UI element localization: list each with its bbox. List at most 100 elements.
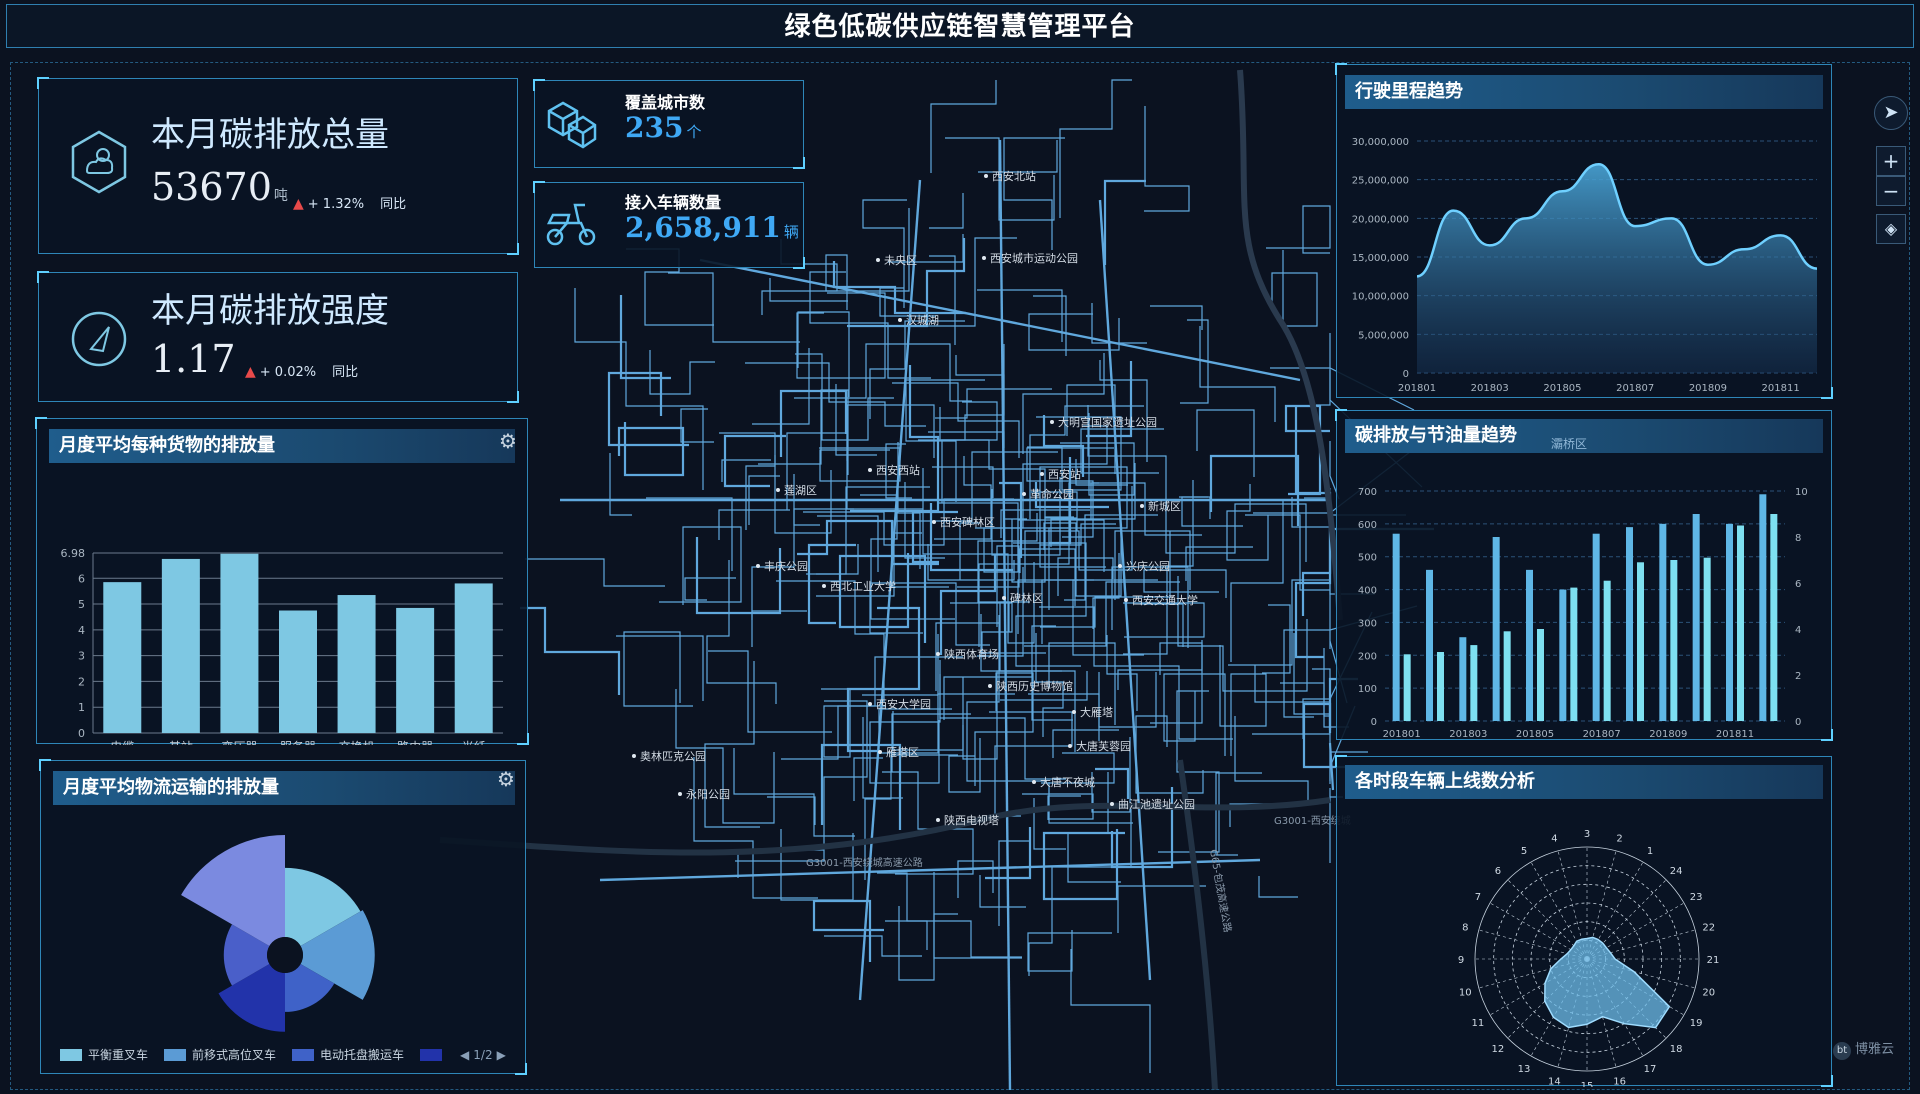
compass-icon[interactable]: ➤	[1874, 96, 1908, 130]
mileage-panel-title: 行驶里程趋势	[1345, 75, 1823, 109]
bar-emission	[1659, 523, 1667, 721]
kpi-total-unit: 吨	[273, 188, 288, 204]
zoom-out-button[interactable]: −	[1876, 176, 1906, 206]
legend-item[interactable]: 前移式高位叉车	[164, 1046, 276, 1063]
kpi-total-delta: ▲ + 1.32% 同比	[293, 193, 406, 212]
map-poi-dot	[1124, 598, 1128, 602]
x-tick-label: 201801	[1398, 383, 1436, 394]
y-tick-label: 5,000,000	[1358, 330, 1409, 341]
bar-fuel-saving	[1637, 562, 1644, 721]
hour-label: 18	[1670, 1044, 1683, 1055]
legend-prev-icon[interactable]: ◀	[460, 1048, 469, 1062]
bar	[337, 595, 376, 733]
emission-panel: 碳排放与节油量趋势 灞桥区 0 100 200 300 400 500 600 700 0 2 4 6…	[1335, 409, 1833, 741]
y-tick-label: 0	[1371, 717, 1377, 728]
map-poi-dot	[1118, 564, 1122, 568]
gear-icon[interactable]: ⚙	[499, 429, 517, 453]
hour-label: 11	[1472, 1018, 1485, 1029]
map-poi-dot	[1002, 596, 1006, 600]
x-tick-label: 变压器	[221, 739, 257, 745]
hour-label: 8	[1462, 922, 1468, 933]
cities-card: 覆盖城市数 235 个	[533, 79, 805, 169]
vehicles-card: 接入车辆数量 2,658,911 辆	[533, 181, 805, 269]
bar	[103, 582, 142, 733]
bar-emission	[1726, 523, 1733, 721]
map-label: 雁塔区	[886, 746, 919, 759]
legend-next-icon[interactable]: ▶	[497, 1048, 506, 1062]
y-tick-label: 3	[78, 650, 85, 663]
y-tick-label: 25,000,000	[1352, 176, 1409, 187]
map-label: 西安站	[1048, 467, 1081, 481]
map-label: 西安西站	[876, 463, 920, 477]
y2-tick-label: 10	[1795, 487, 1808, 498]
district-tag[interactable]: 灞桥区	[1551, 435, 1587, 452]
y2-tick-label: 0	[1795, 717, 1801, 728]
bar-fuel-saving	[1537, 629, 1544, 721]
bar-fuel-saving	[1703, 557, 1711, 721]
bar-fuel-saving	[1670, 560, 1678, 721]
legend-label: 前移式高位叉车	[192, 1048, 277, 1062]
y-tick-label: 600	[1358, 520, 1377, 531]
goods-panel: 月度平均每种货物的排放量 ⚙ 0 1 2 3 4 5 6 6.98 电缆 基站 变压器 服务器 交换机 路…	[35, 417, 529, 745]
legend-item[interactable]: 平衡重叉车	[60, 1046, 148, 1063]
map-label: 大唐芙蓉园	[1076, 739, 1131, 753]
gear-icon[interactable]: ⚙	[497, 767, 515, 791]
cities-label: 覆盖城市数	[625, 93, 706, 112]
map-label: 莲湖区	[784, 484, 817, 497]
map-label: 未央区	[884, 254, 917, 267]
zoom-in-button[interactable]: +	[1876, 146, 1906, 176]
map-label: 大雁塔	[1080, 705, 1113, 719]
x-tick-label: 201803	[1471, 383, 1509, 394]
hour-label: 13	[1518, 1064, 1531, 1075]
map-label: 西安大学园	[876, 697, 931, 711]
y-tick-label: 0	[1403, 369, 1409, 380]
hour-label: 12	[1492, 1044, 1505, 1055]
bar-fuel-saving	[1403, 654, 1411, 721]
map-poi-dot	[1050, 420, 1054, 424]
brand-name: 博雅云	[1854, 1042, 1894, 1057]
bar-emission	[1759, 494, 1767, 721]
map-poi-dot	[876, 258, 880, 262]
y-tick-label: 1	[78, 701, 85, 714]
hour-label: 4	[1551, 833, 1557, 844]
x-tick-label: 201809	[1689, 383, 1727, 394]
cities-value: 235 个	[625, 111, 701, 144]
kpi-total-number: 53670	[151, 165, 272, 209]
y2-tick-label: 8	[1795, 533, 1801, 544]
bar-emission	[1492, 537, 1500, 721]
legend-item[interactable]: 电动托盘搬运车	[292, 1046, 404, 1063]
y-tick-label: 4	[78, 624, 85, 637]
hour-label: 1	[1647, 846, 1653, 857]
kpi-total-card: 本月碳排放总量 53670 吨 ▲ + 1.32% 同比	[37, 77, 519, 255]
bar	[396, 607, 435, 733]
map-poi-dot	[1032, 780, 1036, 784]
map-poi-dot	[1040, 472, 1044, 476]
y2-tick-label: 2	[1795, 671, 1801, 682]
hour-label: 24	[1670, 866, 1683, 877]
map-label: 陕西电视塔	[944, 813, 999, 827]
vehicles-number: 2,658,911	[625, 211, 781, 244]
rose-center	[267, 937, 303, 973]
map-poi-dot	[982, 256, 986, 260]
x-tick-label: 电缆	[110, 740, 134, 745]
cities-unit: 个	[686, 123, 702, 141]
y-tick-label: 100	[1358, 684, 1377, 695]
hour-label: 3	[1584, 829, 1590, 840]
y-tick-label: 20,000,000	[1352, 214, 1409, 225]
map-poi-dot	[1022, 492, 1026, 496]
bar-emission	[1692, 514, 1700, 721]
layers-icon[interactable]: ◈	[1876, 214, 1906, 244]
hour-label: 21	[1707, 955, 1720, 966]
map-label: 丰庆公园	[764, 559, 808, 573]
y2-tick-label: 4	[1795, 625, 1801, 636]
map-poi-dot	[1110, 802, 1114, 806]
legend-item[interactable]	[420, 1048, 444, 1061]
boxes-icon	[547, 101, 597, 149]
mileage-area-chart: 0 5,000,000 10,000,000 15,000,000 20,000,000…	[1352, 137, 1818, 394]
map-poi-dot	[868, 468, 872, 472]
map-label: G3001-西安绕城高速公路	[806, 856, 923, 869]
map-label: 汉城湖	[906, 314, 939, 327]
map-poi-dot	[932, 520, 936, 524]
hour-label: 22	[1702, 922, 1715, 933]
legend-label: 电动托盘搬运车	[320, 1048, 405, 1062]
